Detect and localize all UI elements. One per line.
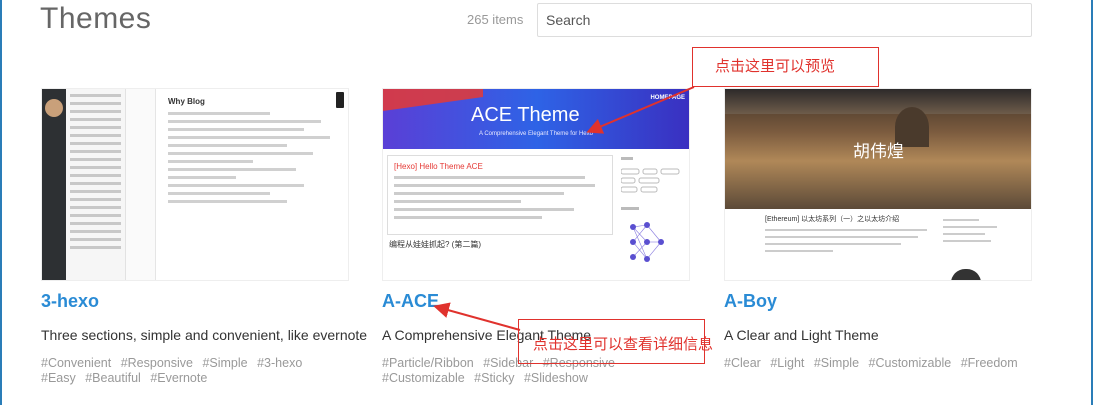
theme-title-link[interactable]: A-ACE bbox=[382, 291, 690, 313]
item-count: 265 items bbox=[467, 12, 524, 27]
theme-description: Three sections, simple and convenient, l… bbox=[41, 327, 368, 343]
preview-heading: Why Blog bbox=[168, 97, 205, 106]
preview-post-list bbox=[66, 89, 126, 280]
preview-toc bbox=[126, 89, 156, 280]
mobile-icon bbox=[336, 92, 344, 108]
theme-tags: #Clear #Light #Simple #Customizable #Fre… bbox=[724, 356, 1024, 371]
preview-post: [Ethereum] 以太坊系列（一）之以太坊介绍 bbox=[765, 214, 935, 274]
tag[interactable]: #Responsive bbox=[121, 356, 193, 370]
preview-post-title: [Hexo] Hello Theme ACE bbox=[394, 162, 483, 171]
tag[interactable]: #Easy bbox=[41, 371, 76, 385]
tag[interactable]: #3-hexo bbox=[257, 356, 302, 370]
tag[interactable]: #Beautiful bbox=[85, 371, 141, 385]
tag[interactable]: #Freedom bbox=[961, 356, 1018, 370]
theme-tags: #Convenient #Responsive #Simple #3-hexo … bbox=[41, 356, 341, 386]
tag[interactable]: #Convenient bbox=[41, 356, 111, 370]
theme-description: A Clear and Light Theme bbox=[724, 327, 879, 343]
preview-content: Why Blog bbox=[158, 89, 348, 280]
annotation-preview-note: 点击这里可以预览 bbox=[692, 47, 879, 87]
preview-avatar bbox=[45, 99, 63, 117]
tag[interactable]: #Evernote bbox=[150, 371, 207, 385]
tag[interactable]: #Simple bbox=[202, 356, 247, 370]
preview-post2-title: 编程从娃娃抓起? (第二篇) bbox=[389, 240, 481, 249]
tag[interactable]: #Sticky bbox=[474, 371, 514, 385]
page-title: Themes bbox=[40, 2, 152, 35]
preview-hero-name: 胡伟煌 bbox=[853, 142, 904, 161]
preview-banner-subtitle: A Comprehensive Elegant Theme for Hexo bbox=[479, 131, 593, 137]
theme-card-3-hexo: Why Blog 3-hexo Three sections, simple a… bbox=[41, 88, 368, 386]
theme-card-a-boy: 胡伟煌 [Ethereum] 以太坊系列（一）之以太坊介绍 A-Boy A Cl… bbox=[724, 88, 1032, 371]
tag[interactable]: #Customizable bbox=[382, 371, 465, 385]
search-input[interactable] bbox=[537, 3, 1032, 37]
tag[interactable]: #Clear bbox=[724, 356, 761, 370]
theme-thumbnail[interactable]: ACE Theme A Comprehensive Elegant Theme … bbox=[382, 88, 690, 281]
preview-banner-title: ACE Theme bbox=[471, 104, 580, 126]
preview-post: [Hexo] Hello Theme ACE bbox=[387, 155, 613, 235]
tag[interactable]: #Light bbox=[770, 356, 804, 370]
theme-thumbnail[interactable]: 胡伟煌 [Ethereum] 以太坊系列（一）之以太坊介绍 bbox=[724, 88, 1032, 281]
tag[interactable]: #Simple bbox=[814, 356, 859, 370]
theme-title-link[interactable]: 3-hexo bbox=[41, 291, 349, 313]
tag[interactable]: #Customizable bbox=[869, 356, 952, 370]
theme-title-link[interactable]: A-Boy bbox=[724, 291, 1032, 313]
preview-post-title: [Ethereum] 以太坊系列（一）之以太坊介绍 bbox=[765, 216, 900, 223]
tag[interactable]: #Particle/Ribbon bbox=[382, 356, 474, 370]
window-border-left bbox=[0, 0, 2, 405]
neural-network-icon bbox=[630, 222, 664, 262]
preview-banner: ACE Theme A Comprehensive Elegant Theme … bbox=[383, 89, 689, 149]
preview-hero-image: 胡伟煌 bbox=[725, 89, 1031, 209]
annotation-detail-note: 点击这里可以查看详细信息 bbox=[518, 319, 713, 364]
tag[interactable]: #Slideshow bbox=[524, 371, 588, 385]
preview-sidebar bbox=[42, 89, 66, 280]
theme-thumbnail[interactable]: Why Blog bbox=[41, 88, 349, 281]
preview-sidebar bbox=[943, 214, 1003, 242]
preview-avatar bbox=[951, 269, 981, 280]
preview-nav: HOMEPAGE bbox=[650, 95, 685, 101]
